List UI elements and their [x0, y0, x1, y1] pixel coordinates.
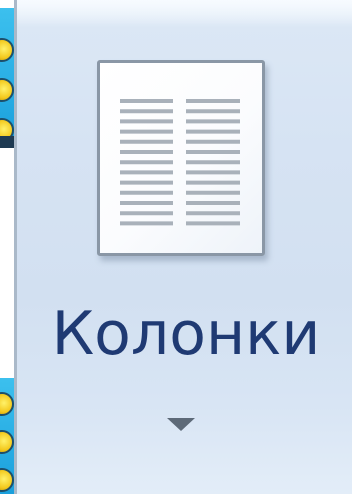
ribbon-sheen — [17, 0, 352, 28]
neighbor-icon-glyph — [0, 468, 14, 492]
neighbor-icon-glyph — [0, 38, 14, 62]
left-neighbor-strip — [0, 0, 14, 494]
columns-lines-graphic — [120, 99, 240, 226]
neighbor-icon-glyph — [0, 78, 14, 102]
neighbor-button-icon-top[interactable] — [0, 8, 14, 148]
neighbor-icon-glyph — [0, 392, 14, 416]
neighbor-icon-edge — [0, 136, 14, 148]
columns-button[interactable]: Колонки — [14, 0, 352, 494]
ribbon-screenshot: Колонки — [0, 0, 352, 494]
neighbor-button-icon-bottom[interactable] — [0, 378, 14, 494]
dropdown-arrow-icon[interactable] — [167, 418, 195, 431]
columns-document-icon — [97, 60, 265, 256]
columns-button-label: Колонки — [51, 299, 321, 369]
neighbor-icon-glyph — [0, 430, 14, 454]
